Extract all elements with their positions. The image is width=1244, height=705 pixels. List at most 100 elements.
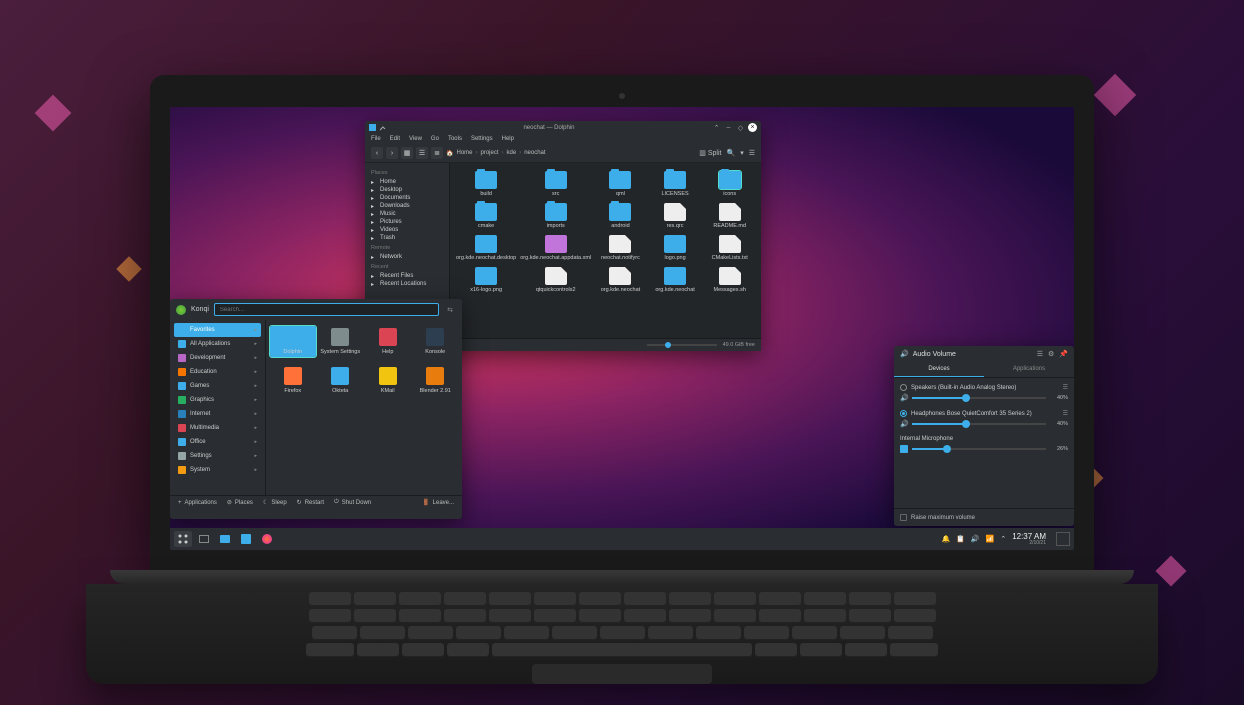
app-firefox[interactable]: Firefox — [270, 365, 316, 396]
mute-icon[interactable]: 🔊 — [900, 394, 908, 402]
file-item[interactable]: org.kde.neochat — [648, 265, 703, 295]
menu-file[interactable]: File — [371, 136, 381, 142]
device-radio[interactable] — [900, 410, 907, 417]
footer-applications[interactable]: +Applications — [178, 500, 217, 506]
category-system[interactable]: System▸ — [174, 463, 261, 477]
titlebar[interactable]: neochat — Dolphin ⌃ – ◇ × — [365, 121, 761, 134]
tray-notifications-icon[interactable]: 🔔 — [941, 535, 950, 543]
place-pictures[interactable]: ▸Pictures — [371, 218, 443, 226]
category-office[interactable]: Office▸ — [174, 435, 261, 449]
dolphin-task[interactable] — [216, 531, 234, 547]
menu-help[interactable]: Help — [502, 136, 514, 142]
search-icon[interactable]: 🔍 — [726, 149, 735, 157]
mute-icon[interactable]: 🔊 — [900, 420, 908, 428]
place-desktop[interactable]: ▸Desktop — [371, 186, 443, 194]
crumb-neochat[interactable]: neochat — [524, 150, 545, 156]
app-dolphin[interactable]: Dolphin — [270, 326, 316, 357]
menu-go[interactable]: Go — [431, 136, 439, 142]
menu-tools[interactable]: Tools — [448, 136, 462, 142]
compact-view-button[interactable]: ☰ — [416, 147, 428, 159]
file-item[interactable]: org.kde.neochat — [593, 265, 648, 295]
footer-restart[interactable]: ↻Restart — [297, 499, 324, 506]
show-desktop[interactable] — [1056, 532, 1070, 546]
category-games[interactable]: Games▸ — [174, 379, 261, 393]
volume-slider[interactable] — [912, 397, 1046, 399]
tab-applications[interactable]: Applications — [984, 362, 1074, 377]
pin-icon[interactable]: 📌 — [1059, 350, 1068, 358]
file-item[interactable]: imports — [518, 201, 593, 231]
place-documents[interactable]: ▸Documents — [371, 194, 443, 202]
minimize-button[interactable]: – — [724, 123, 733, 132]
file-item[interactable]: src — [518, 169, 593, 199]
details-view-button[interactable]: ≣ — [431, 147, 443, 159]
file-item[interactable]: res.qrc — [648, 201, 703, 231]
file-item[interactable]: build — [454, 169, 518, 199]
file-item[interactable]: qtquickcontrols2 — [518, 265, 593, 295]
mic-slider[interactable] — [912, 448, 1046, 450]
app-launcher-button[interactable] — [174, 531, 192, 547]
menu-view[interactable]: View — [409, 136, 422, 142]
tray-network-icon[interactable]: 📶 — [986, 535, 995, 543]
split-button[interactable]: ▥ Split — [699, 149, 721, 157]
device-menu-icon[interactable]: ☰ — [1063, 384, 1068, 391]
zoom-slider[interactable] — [647, 344, 717, 346]
file-item[interactable]: cmake — [454, 201, 518, 231]
close-button[interactable]: × — [748, 123, 757, 132]
menu-settings[interactable]: Settings — [471, 136, 493, 142]
app-system-settings[interactable]: System Settings — [318, 326, 364, 357]
file-grid[interactable]: buildsrcqmlLICENSESiconscmakeimportsandr… — [449, 163, 761, 348]
firefox-task[interactable] — [258, 531, 276, 547]
hamburger-icon[interactable]: ☰ — [1037, 350, 1043, 358]
file-item[interactable]: logo.png — [648, 233, 703, 263]
app-kmail[interactable]: KMail — [365, 365, 411, 396]
file-item[interactable]: qml — [593, 169, 648, 199]
category-development[interactable]: Development▸ — [174, 351, 261, 365]
clock[interactable]: 12:37 AM 2/10/21 — [1012, 533, 1046, 546]
crumb-project[interactable]: project — [481, 150, 499, 156]
category-favorites[interactable]: Favorites▸ — [174, 323, 261, 337]
keep-above-icon[interactable]: ⌃ — [712, 123, 721, 132]
file-item[interactable]: README.md — [702, 201, 757, 231]
category-education[interactable]: Education▸ — [174, 365, 261, 379]
file-item[interactable]: Messages.sh — [702, 265, 757, 295]
raise-max-checkbox[interactable] — [900, 514, 907, 521]
file-item[interactable]: x16-logo.png — [454, 265, 518, 295]
place-music[interactable]: ▸Music — [371, 210, 443, 218]
device-radio[interactable] — [900, 384, 907, 391]
app-help[interactable]: Help — [365, 326, 411, 357]
volume-slider[interactable] — [912, 423, 1046, 425]
pin-icon[interactable] — [379, 124, 386, 131]
file-item[interactable]: org.kde.neochat.appdata.xml — [518, 233, 593, 263]
place-recent files[interactable]: ▸Recent Files — [371, 272, 443, 280]
crumb-kde[interactable]: kde — [507, 150, 517, 156]
tray-clipboard-icon[interactable]: 📋 — [956, 535, 965, 543]
place-trash[interactable]: ▸Trash — [371, 234, 443, 242]
icons-view-button[interactable]: ▦ — [401, 147, 413, 159]
category-multimedia[interactable]: Multimedia▸ — [174, 421, 261, 435]
file-item[interactable]: org.kde.neochat.desktop — [454, 233, 518, 263]
file-item[interactable]: android — [593, 201, 648, 231]
user-avatar[interactable] — [176, 305, 186, 315]
tray-chevron-icon[interactable]: ⌃ — [1000, 535, 1006, 543]
place-downloads[interactable]: ▸Downloads — [371, 202, 443, 210]
hamburger-icon[interactable]: ☰ — [749, 149, 755, 157]
task-manager-button[interactable] — [195, 531, 213, 547]
file-item[interactable]: neochat.notifyrc — [593, 233, 648, 263]
footer-leave---[interactable]: 🚪Leave... — [422, 499, 454, 506]
footer-places[interactable]: ⊘Places — [227, 499, 253, 506]
category-internet[interactable]: Internet▸ — [174, 407, 261, 421]
category-graphics[interactable]: Graphics▸ — [174, 393, 261, 407]
mic-mute-icon[interactable] — [900, 445, 908, 453]
place-videos[interactable]: ▸Videos — [371, 226, 443, 234]
device-menu-icon[interactable]: ☰ — [1063, 410, 1068, 417]
back-button[interactable]: ‹ — [371, 147, 383, 159]
category-all-applications[interactable]: All Applications▸ — [174, 337, 261, 351]
place-network[interactable]: ▸Network — [371, 253, 443, 261]
footer-shut-down[interactable]: ⏻Shut Down — [334, 499, 371, 506]
place-home[interactable]: ▸Home — [371, 178, 443, 186]
maximize-button[interactable]: ◇ — [736, 123, 745, 132]
app-blender-2-91[interactable]: Blender 2.91 — [413, 365, 459, 396]
file-item[interactable]: CMakeLists.txt — [702, 233, 757, 263]
footer-sleep[interactable]: ☾Sleep — [263, 499, 287, 506]
tray-volume-icon[interactable]: 🔊 — [971, 535, 980, 543]
